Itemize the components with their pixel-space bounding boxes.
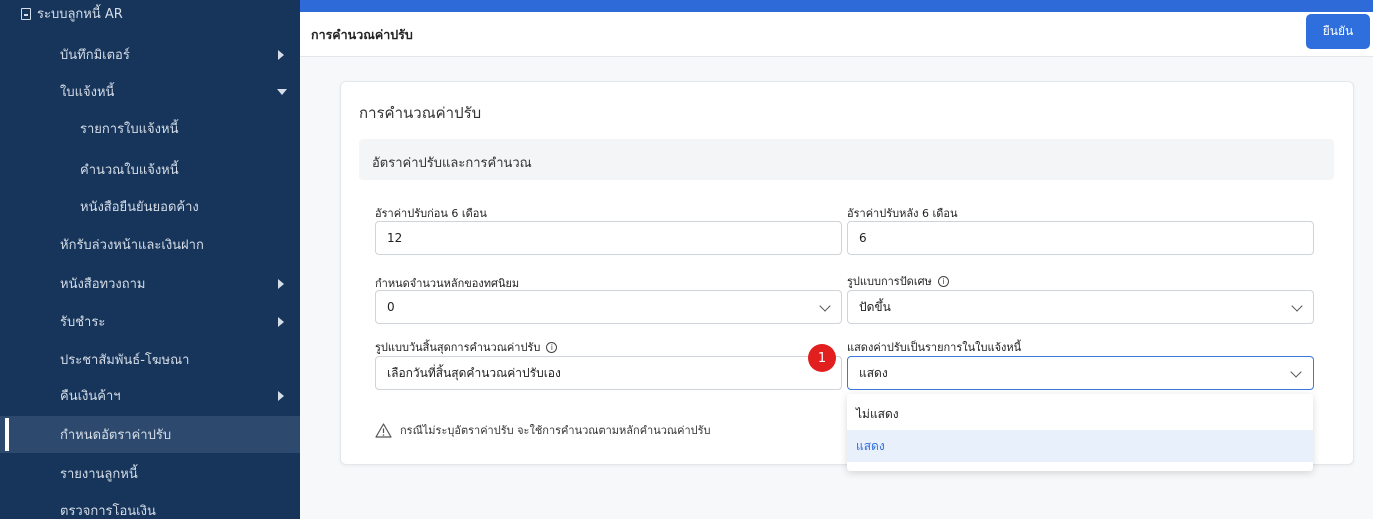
chevron-right-icon [278, 49, 284, 60]
sidebar-item-penalty-rate[interactable]: กำหนดอัตราค่าปรับ [0, 416, 300, 453]
sidebar-item-invoice[interactable]: ใบแจ้งหนี้ [0, 73, 300, 110]
chevron-down-icon [1291, 300, 1303, 312]
sidebar-item-label: กำหนดอัตราค่าปรับ [60, 428, 172, 443]
rate-after-input[interactable]: 6 [847, 221, 1314, 255]
rate-after-label-text: อัราค่าปรับหลัง 6 เดือน [847, 207, 958, 220]
sidebar-item-label: หนังสือทวงถาม [60, 277, 146, 292]
chevron-right-icon [278, 316, 284, 327]
chevron-right-icon [278, 390, 284, 401]
sidebar-item-label: ใบแจ้งหนี้ [60, 85, 115, 100]
sidebar-item-ar-system[interactable]: ระบบลูกหนี้ AR [0, 0, 300, 26]
document-icon [21, 8, 31, 20]
warning-text: กรณีไม่ระบุอัตราค่าปรับ จะใช้การคำนวณตาม… [400, 424, 711, 437]
sidebar-item-label: คืนเงินค้าฯ [60, 389, 121, 404]
page-header: การคำนวณค่าปรับ ยืนยัน [300, 12, 1373, 57]
warning-icon [375, 422, 392, 438]
sidebar-item-label: ระบบลูกหนี้ AR [37, 6, 123, 22]
section-title: อัตราค่าปรับและการคำนวณ [372, 156, 532, 171]
sidebar-item-label: รับชำระ [60, 315, 106, 330]
sidebar-item-ar-report[interactable]: รายงานลูกหนี้ [0, 455, 300, 492]
sidebar-item-pr[interactable]: ประชาสัมพันธ์-โฆษณา [0, 341, 300, 378]
show-penalty-label: แสดงค่าปรับเป็นรายการในใบแจ้งหนี้ [847, 338, 1021, 356]
app-frame: ระบบลูกหนี้ AR บันทึกมิเตอร์ ใบแจ้งหนี้ … [0, 0, 1373, 519]
page-title: การคำนวณค่าปรับ [311, 27, 413, 42]
show-penalty-toggle[interactable] [1277, 356, 1314, 390]
show-penalty-dropdown: ไม่แสดง แสดง [847, 394, 1313, 471]
sidebar-item-label: รายการใบแจ้งหนี้ [80, 122, 179, 137]
sidebar-item-label: รายงานลูกหนี้ [60, 467, 138, 482]
sidebar-item-dunning[interactable]: หนังสือทวงถาม [0, 265, 300, 302]
sidebar-item-transfer-check[interactable]: ตรวจการโอนเงิน [0, 492, 300, 519]
sidebar-item-invoice-calc[interactable]: คำนวณใบแจ้งหนี้ [0, 151, 300, 188]
end-date-value: เลือกวันที่สิ้นสุดคำนวณค่าปรับเอง [387, 365, 561, 380]
chevron-down-icon [1290, 366, 1302, 378]
decimal-value: 0 [387, 300, 395, 314]
sidebar-item-label: คำนวณใบแจ้งหนี้ [80, 163, 179, 178]
rate-before-label: อัราค่าปรับก่อน 6 เดือน [375, 204, 487, 222]
sidebar-item-label: ตรวจการโอนเงิน [60, 504, 156, 519]
rounding-label-text: รูปแบบการปัดเศษ [847, 275, 932, 288]
dropdown-option-show[interactable]: แสดง [847, 430, 1313, 462]
sidebar-item-label: ประชาสัมพันธ์-โฆษณา [60, 353, 190, 368]
end-date-select[interactable]: เลือกวันที่สิ้นสุดคำนวณค่าปรับเอง [375, 356, 842, 390]
rate-before-label-text: อัราค่าปรับก่อน 6 เดือน [375, 207, 487, 220]
rounding-value: ปัดขึ้น [859, 299, 891, 314]
sidebar-item-deposit[interactable]: หักรับล่วงหน้าและเงินฝาก [0, 226, 300, 263]
info-icon[interactable]: i [546, 341, 558, 353]
warning-note: กรณีไม่ระบุอัตราค่าปรับ จะใช้การคำนวณตาม… [375, 421, 711, 439]
sidebar-item-refund[interactable]: คืนเงินค้าฯ [0, 377, 300, 414]
sidebar-item-label: หนังสือยืนยันยอดค้าง [80, 200, 199, 215]
dropdown-option-hide[interactable]: ไม่แสดง [847, 398, 1313, 430]
sidebar-item-payment[interactable]: รับชำระ [0, 303, 300, 340]
rate-before-value: 12 [387, 231, 403, 245]
end-date-label: รูปแบบวันสิ้นสุดการคำนวณค่าปรับ i [375, 338, 558, 356]
sidebar-item-balance-confirm[interactable]: หนังสือยืนยันยอดค้าง [0, 188, 300, 225]
rounding-label: รูปแบบการปัดเศษ i [847, 272, 949, 290]
rate-after-value: 6 [859, 231, 867, 245]
confirm-button[interactable]: ยืนยัน [1306, 14, 1370, 49]
show-penalty-label-text: แสดงค่าปรับเป็นรายการในใบแจ้งหนี้ [847, 341, 1022, 354]
sidebar: ระบบลูกหนี้ AR บันทึกมิเตอร์ ใบแจ้งหนี้ … [0, 0, 300, 519]
decimal-select[interactable]: 0 [375, 290, 842, 324]
sidebar-item-meter[interactable]: บันทึกมิเตอร์ [0, 36, 300, 73]
sidebar-item-label: หักรับล่วงหน้าและเงินฝาก [60, 238, 204, 253]
sidebar-item-label: บันทึกมิเตอร์ [60, 48, 130, 63]
card-title: การคำนวณค่าปรับ [359, 104, 482, 122]
show-penalty-value: แสดง [859, 365, 888, 380]
rate-before-input[interactable]: 12 [375, 221, 842, 255]
chevron-right-icon [278, 278, 284, 289]
step-badge: 1 [808, 344, 836, 372]
chevron-down-icon [819, 300, 831, 312]
rate-after-label: อัราค่าปรับหลัง 6 เดือน [847, 204, 957, 222]
section-header: อัตราค่าปรับและการคำนวณ [359, 139, 1334, 180]
chevron-down-icon [277, 88, 287, 95]
sidebar-item-invoice-list[interactable]: รายการใบแจ้งหนี้ [0, 110, 300, 147]
show-penalty-select[interactable]: แสดง [847, 356, 1278, 390]
end-date-label-text: รูปแบบวันสิ้นสุดการคำนวณค่าปรับ [375, 341, 541, 354]
info-icon[interactable]: i [937, 275, 949, 287]
rounding-select[interactable]: ปัดขึ้น [847, 290, 1314, 324]
